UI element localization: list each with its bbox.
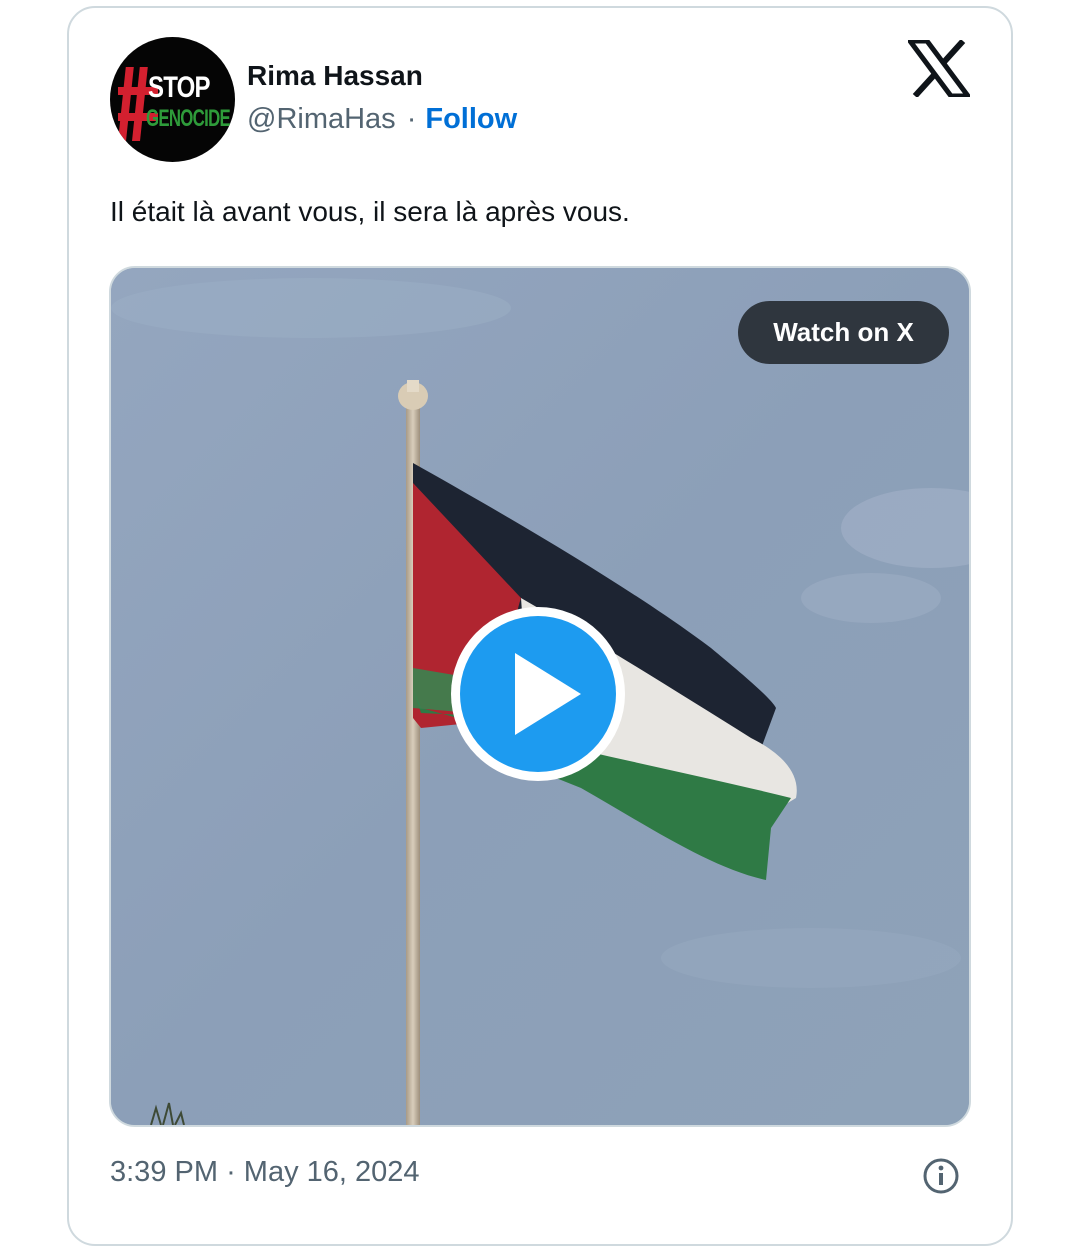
follow-button[interactable]: Follow: [425, 103, 517, 135]
timestamp-separator: ·: [226, 1156, 236, 1188]
author-handle-row: @RimaHas · Follow: [247, 103, 517, 136]
play-icon[interactable]: [449, 605, 627, 783]
tweet-text: Il était là avant vous, il sera là après…: [110, 196, 630, 227]
separator-dot: ·: [406, 103, 417, 135]
avatar-text-stop: STOP: [148, 71, 211, 104]
avatar-text-genocide: GENOCIDE: [146, 105, 231, 132]
watch-on-x-button[interactable]: Watch on X: [738, 301, 949, 364]
info-icon[interactable]: [922, 1157, 960, 1195]
tweet-timestamp[interactable]: 3:39 PM · May 16, 2024: [110, 1156, 420, 1189]
tweet-time: 3:39 PM: [110, 1156, 218, 1188]
author-name[interactable]: Rima Hassan: [247, 60, 423, 92]
author-handle[interactable]: @RimaHas: [247, 103, 396, 135]
avatar[interactable]: STOP GENOCIDE: [110, 37, 235, 162]
x-logo-icon[interactable]: [908, 40, 970, 97]
tweet-date: May 16, 2024: [243, 1156, 420, 1188]
video-player[interactable]: Watch on X: [109, 266, 971, 1127]
